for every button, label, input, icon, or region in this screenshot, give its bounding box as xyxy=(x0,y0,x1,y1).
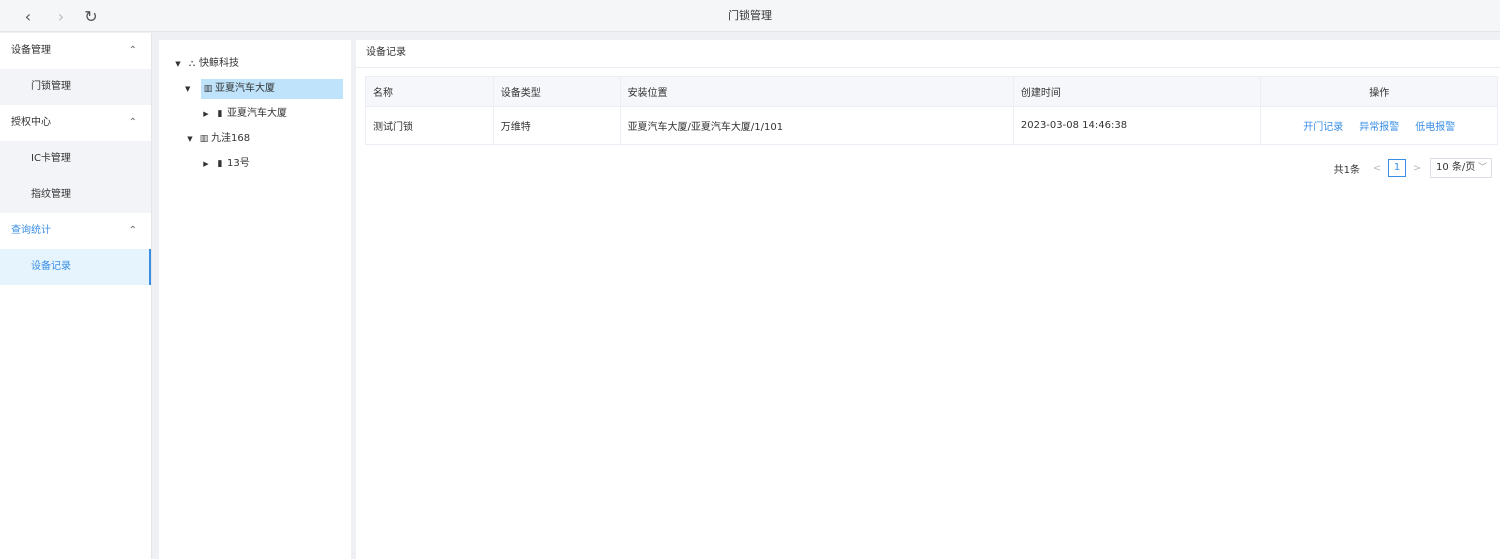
table-row: 测试门锁 万维特 亚夏汽车大厦/亚夏汽车大厦/1/101 2023-03-08 … xyxy=(366,107,1497,144)
building-icon: ▥ xyxy=(199,134,209,144)
sidebar: 设备管理 ⌃ 门锁管理 授权中心 ⌃ IC卡管理 指纹管理 查询统计 ⌃ 设备记… xyxy=(0,33,152,559)
building-icon: ▥ xyxy=(203,84,213,94)
cell-name: 测试门锁 xyxy=(366,107,494,144)
tree-node-label: 快鲸科技 xyxy=(199,58,239,69)
low-battery-alarm-link[interactable]: 低电报警 xyxy=(1415,118,1455,133)
menu-item-device-records[interactable]: 设备记录 xyxy=(0,249,151,285)
building-icon: ▮ xyxy=(217,159,223,169)
menu-item-fingerprint[interactable]: 指纹管理 xyxy=(0,177,151,213)
column-header: 设备类型 xyxy=(494,77,621,106)
sitemap-icon: ⛬ xyxy=(188,59,196,69)
menu-group-device[interactable]: 设备管理 ⌃ xyxy=(0,33,151,69)
cell-actions: 开门记录 异常报警 低电报警 xyxy=(1261,107,1497,144)
org-tree: ▼ ⛬ 快鲸科技 ▥ 亚夏汽车大厦 ▼ ▶ ▮ 亚夏汽车大厦 ▼ ▥ 九洼168… xyxy=(159,40,351,559)
caret-down-icon[interactable]: ▼ xyxy=(183,129,197,149)
cell-created: 2023-03-08 14:46:38 xyxy=(1014,107,1262,144)
table-header: 名称 设备类型 安装位置 创建时间 操作 xyxy=(366,77,1497,107)
tree-node-label: 九洼168 xyxy=(211,133,251,144)
menu-group-auth[interactable]: 授权中心 ⌃ xyxy=(0,105,151,141)
open-records-link[interactable]: 开门记录 xyxy=(1303,118,1343,133)
tree-node-yaxia[interactable]: ▥ 亚夏汽车大厦 xyxy=(201,79,343,99)
menu-group-label: 授权中心 xyxy=(11,117,51,128)
menu-item-ic-card[interactable]: IC卡管理 xyxy=(0,141,151,177)
column-header: 安装位置 xyxy=(621,77,1014,106)
tree-node-jiuwa[interactable]: ▼ ▥ 九洼168 xyxy=(183,129,250,149)
records-table: 名称 设备类型 安装位置 创建时间 操作 测试门锁 万维特 亚夏汽车大厦/亚夏汽… xyxy=(365,76,1498,145)
next-page-icon[interactable]: > xyxy=(1410,163,1424,174)
tree-node-label: 亚夏汽车大厦 xyxy=(227,108,287,119)
prev-page-icon[interactable]: < xyxy=(1370,163,1384,174)
menu-group-label: 设备管理 xyxy=(11,45,51,56)
menu-item-lock[interactable]: 门锁管理 xyxy=(0,69,151,105)
window-title: 门锁管理 xyxy=(728,9,772,22)
caret-right-icon[interactable]: ▶ xyxy=(199,104,213,124)
chevron-up-icon: ⌃ xyxy=(128,117,137,128)
page-number[interactable]: 1 xyxy=(1388,159,1406,177)
total-count: 共1条 xyxy=(1333,164,1360,176)
chevron-up-icon: ⌃ xyxy=(128,225,137,236)
caret-down-icon[interactable]: ▼ xyxy=(171,54,185,74)
tree-node-13[interactable]: ▶ ▮ 13号 xyxy=(199,154,250,174)
tree-node-label: 13号 xyxy=(227,158,250,169)
column-header: 操作 xyxy=(1369,88,1390,99)
tree-node-label: ▥ 亚夏汽车大厦 xyxy=(201,79,275,99)
abnormal-alarm-link[interactable]: 异常报警 xyxy=(1359,118,1399,133)
page-size-value: 10 条/页 xyxy=(1436,162,1476,173)
tree-node-text: 亚夏汽车大厦 xyxy=(215,83,275,94)
building-icon: ▮ xyxy=(217,109,223,119)
chevron-down-icon: ﹀ xyxy=(1477,163,1487,173)
tree-node-root[interactable]: ▼ ⛬ 快鲸科技 xyxy=(171,54,239,74)
caret-down-icon[interactable]: ▼ xyxy=(185,85,190,93)
page-size-select[interactable]: 10 条/页 ﹀ xyxy=(1430,158,1492,178)
caret-right-icon[interactable]: ▶ xyxy=(199,154,213,174)
cell-location: 亚夏汽车大厦/亚夏汽车大厦/1/101 xyxy=(621,107,1014,144)
cell-type: 万维特 xyxy=(494,107,621,144)
pagination: 共1条 < 1 > 10 条/页 ﹀ xyxy=(1334,158,1492,178)
column-header: 创建时间 xyxy=(1014,77,1262,106)
column-header: 名称 xyxy=(366,77,494,106)
chevron-up-icon: ⌃ xyxy=(128,45,137,56)
device-records-panel: 设备记录 名称 设备类型 安装位置 创建时间 操作 测试门锁 万维特 亚夏汽车大… xyxy=(356,40,1500,559)
title-bar: ‹ › ↻ 门锁管理 xyxy=(0,0,1500,32)
tree-node-yaxia-child[interactable]: ▶ ▮ 亚夏汽车大厦 xyxy=(199,104,287,124)
menu-group-label: 查询统计 xyxy=(11,225,51,236)
menu-group-query[interactable]: 查询统计 ⌃ xyxy=(0,213,151,249)
panel-title: 设备记录 xyxy=(356,40,1500,68)
